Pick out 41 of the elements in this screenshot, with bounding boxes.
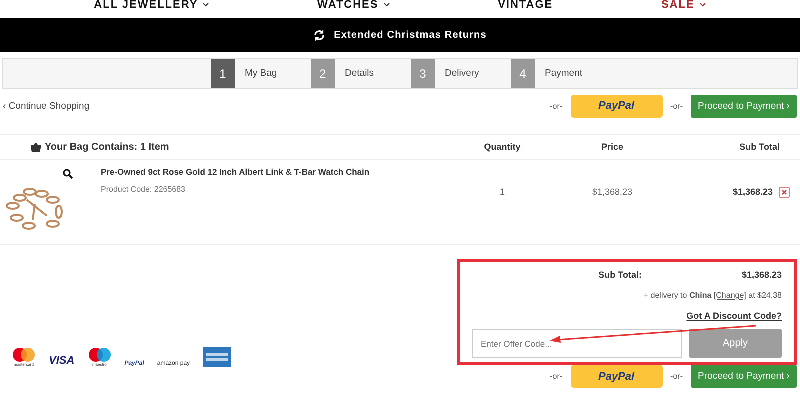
visa-logo: VISA	[49, 355, 75, 367]
search-icon[interactable]	[63, 169, 73, 179]
refresh-icon	[313, 28, 326, 42]
bag-heading: Your Bag Contains: 1 Item	[45, 142, 170, 152]
proceed-to-payment-button[interactable]: Proceed to Payment ›	[691, 365, 797, 388]
change-link[interactable]: [Change]	[714, 291, 746, 300]
discount-code-link[interactable]: Got A Discount Code?	[686, 311, 782, 321]
offer-code-field[interactable]: Enter Offer Code...	[472, 329, 682, 358]
product-code: Product Code: 2265683	[101, 185, 187, 194]
banner-text: Extended Christmas Returns	[334, 30, 487, 40]
or-text: -or-	[670, 372, 683, 381]
nav-link[interactable]: ALL JEWELLERY	[94, 0, 198, 11]
step-label[interactable]: My Bag	[245, 68, 278, 79]
subtotal-value: $1,368.23	[742, 270, 782, 280]
column-header: Price	[600, 142, 625, 152]
remove-icon[interactable]	[779, 187, 790, 198]
product-name[interactable]: Pre-Owned 9ct Rose Gold 12 Inch Albert Link & T-Bar Watch Chain	[101, 167, 370, 177]
proceed-to-payment-button[interactable]: Proceed to Payment ›	[691, 94, 797, 118]
paypal-button[interactable]: PayPal	[570, 365, 663, 388]
column-header: Quantity	[483, 142, 522, 152]
nav-link[interactable]: WATCHES	[318, 0, 379, 11]
price-cell-text: $1,368.23	[591, 186, 634, 199]
nav-link[interactable]: SALE	[661, 0, 695, 11]
subtotal-cell: $1,368.23	[732, 187, 773, 197]
paypal-button[interactable]: PayPal	[570, 94, 663, 118]
or-text: -or-	[550, 102, 563, 110]
step-label[interactable]: Delivery	[445, 68, 480, 79]
column-header: Sub Total	[738, 142, 781, 152]
step-number[interactable]: 1	[211, 59, 235, 88]
basket-icon	[31, 142, 41, 152]
step-label[interactable]: Payment	[545, 68, 582, 79]
nav-link[interactable]: VINTAGE	[498, 0, 554, 11]
step-label[interactable]: Details	[345, 68, 374, 79]
delivery-text: + delivery to China	[644, 291, 712, 300]
subtotal-label: Sub Total:	[598, 270, 642, 280]
delivery-cost: at $24.38	[748, 291, 782, 300]
amex-logo-icon	[203, 347, 232, 367]
continue-shopping-link[interactable]: ‹ Continue Shopping	[3, 100, 90, 112]
quantity-cell-text: 1	[498, 186, 506, 199]
or-text: -or-	[670, 102, 683, 110]
or-text: -or-	[550, 372, 563, 381]
